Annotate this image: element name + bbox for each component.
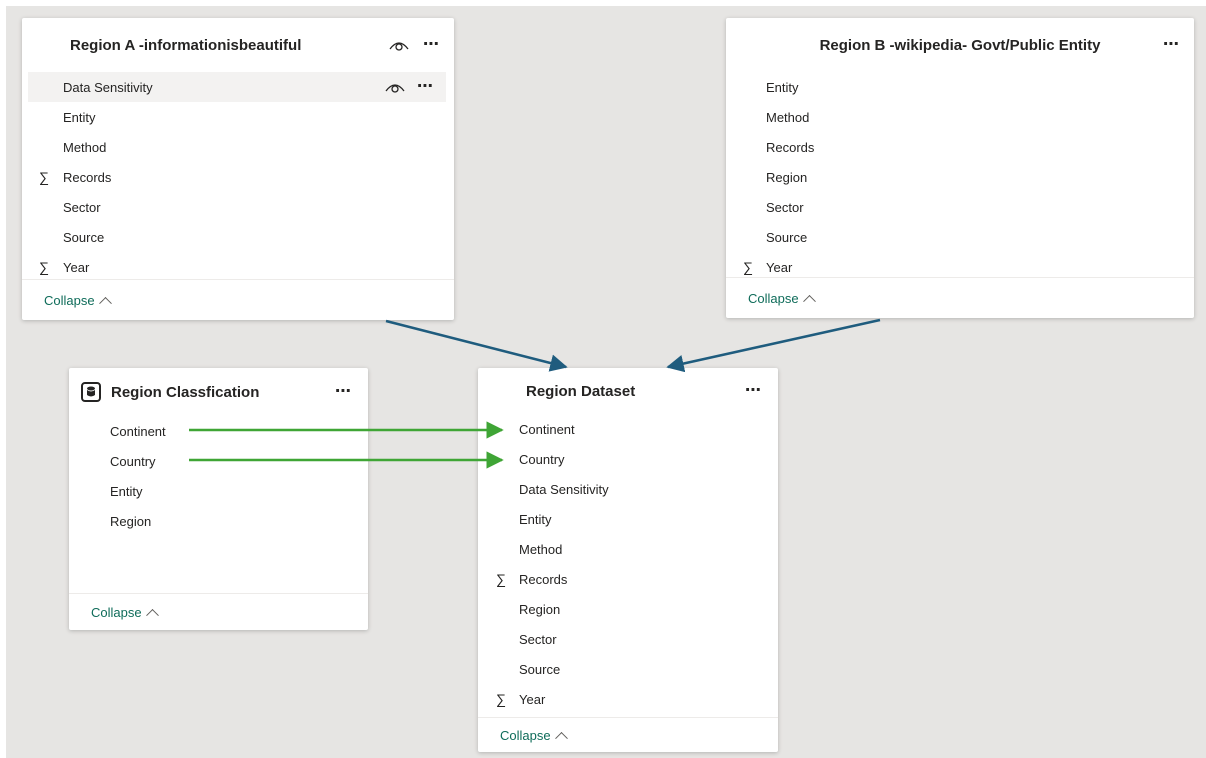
field-label: Year [63, 259, 90, 275]
table-card-region-a[interactable]: Region A -informationisbeautiful ⋯ Data … [22, 18, 454, 320]
field-row[interactable]: ∑ Year [478, 684, 778, 714]
eye-icon[interactable] [385, 81, 405, 93]
field-label: Sector [519, 631, 557, 647]
field-list: Data Sensitivity ⋯ Entity Method ∑ Records Sec… [22, 72, 454, 282]
field-row[interactable]: Entity [22, 102, 454, 132]
field-label: Country [110, 453, 156, 469]
field-row[interactable]: Sector [478, 624, 778, 654]
field-list: Continent Country Data Sensitivity Entity Me… [478, 414, 778, 714]
field-label: Records [519, 571, 568, 587]
field-label: Year [519, 691, 546, 707]
field-row[interactable]: Country [478, 444, 778, 474]
field-label: Method [519, 541, 563, 557]
field-label: Region [519, 601, 561, 617]
field-label: Entity [110, 483, 143, 499]
table-card-header[interactable]: Region Dataset ⋯ [478, 368, 778, 414]
field-row[interactable]: Region [69, 506, 368, 536]
field-row[interactable]: Entity [726, 72, 1194, 102]
collapse-label: Collapse [91, 604, 142, 620]
field-row[interactable]: Sector [22, 192, 454, 222]
field-label: Sector [766, 199, 804, 215]
field-label: Entity [519, 511, 552, 527]
field-row[interactable]: Source [478, 654, 778, 684]
table-card-header[interactable]: Region B -wikipedia- Govt/Public Entity … [726, 18, 1194, 72]
table-title: Region Dataset [526, 382, 636, 400]
field-label: Data Sensitivity [519, 481, 609, 497]
field-row[interactable]: Source [22, 222, 454, 252]
field-label: Region [110, 513, 152, 529]
field-label: Continent [519, 421, 575, 437]
field-row[interactable]: Entity [69, 476, 368, 506]
field-label: Data Sensitivity [63, 79, 153, 95]
chevron-up-icon [145, 608, 159, 622]
field-label: Sector [63, 199, 101, 215]
field-row[interactable]: Sector [726, 192, 1194, 222]
sigma-icon: ∑ [496, 691, 506, 707]
eye-icon[interactable] [389, 39, 409, 51]
field-row[interactable]: Data Sensitivity [478, 474, 778, 504]
collapse-button[interactable]: Collapse [22, 279, 454, 320]
chevron-up-icon [802, 294, 816, 308]
sigma-icon: ∑ [743, 259, 753, 275]
sigma-icon: ∑ [39, 169, 49, 185]
more-options-icon[interactable]: ⋯ [417, 79, 434, 95]
field-list: Entity Method Records Region Sector Source ∑ Ye… [726, 72, 1194, 282]
table-card-header[interactable]: Region A -informationisbeautiful ⋯ [22, 18, 454, 72]
collapse-button[interactable]: Collapse [478, 717, 778, 752]
table-card-region-b[interactable]: Region B -wikipedia- Govt/Public Entity … [726, 18, 1194, 318]
field-label: Entity [63, 109, 96, 125]
field-row[interactable]: Entity [478, 504, 778, 534]
table-title: Region Classfication [111, 383, 260, 401]
table-card-region-classification[interactable]: Region Classfication ⋯ Continent Country E… [69, 368, 368, 630]
field-row[interactable]: ∑ Year [22, 252, 454, 282]
field-list: Continent Country Entity Region [69, 416, 368, 536]
field-label: Region [766, 169, 808, 185]
field-row[interactable]: Region [726, 162, 1194, 192]
database-icon [81, 382, 101, 402]
collapse-label: Collapse [500, 727, 551, 743]
field-row[interactable]: ∑ Records [478, 564, 778, 594]
field-label: Records [63, 169, 112, 185]
field-row[interactable]: Method [726, 102, 1194, 132]
field-row[interactable]: Method [478, 534, 778, 564]
more-options-icon[interactable]: ⋯ [1163, 37, 1180, 53]
field-label: Continent [110, 423, 166, 439]
field-label: Method [766, 109, 810, 125]
field-row[interactable]: Continent [478, 414, 778, 444]
field-label: Method [63, 139, 107, 155]
field-row[interactable]: Method [22, 132, 454, 162]
field-label: Year [766, 259, 793, 275]
collapse-button[interactable]: Collapse [726, 277, 1194, 318]
table-card-region-dataset[interactable]: Region Dataset ⋯ Continent Country Data Se… [478, 368, 778, 752]
field-label: Entity [766, 79, 799, 95]
more-options-icon[interactable]: ⋯ [423, 37, 440, 53]
field-label: Source [519, 661, 561, 677]
field-row-actions: ⋯ [385, 72, 434, 102]
collapse-label: Collapse [44, 292, 95, 308]
field-row[interactable]: Region [478, 594, 778, 624]
field-row[interactable]: Data Sensitivity ⋯ [28, 72, 446, 102]
table-title: Region A -informationisbeautiful [70, 36, 302, 54]
more-options-icon[interactable]: ⋯ [335, 384, 352, 400]
chevron-up-icon [554, 731, 568, 745]
field-label: Country [519, 451, 565, 467]
table-card-header[interactable]: Region Classfication ⋯ [69, 368, 368, 416]
more-options-icon[interactable]: ⋯ [745, 383, 762, 399]
field-row[interactable]: Records [726, 132, 1194, 162]
collapse-button[interactable]: Collapse [69, 593, 368, 630]
table-title: Region B -wikipedia- Govt/Public Entity [819, 36, 1101, 54]
field-label: Source [766, 229, 808, 245]
chevron-up-icon [98, 296, 112, 310]
field-row[interactable]: ∑ Records [22, 162, 454, 192]
sigma-icon: ∑ [39, 259, 49, 275]
field-row[interactable]: Country [69, 446, 368, 476]
table-title-wrapper: Region Classfication [81, 382, 259, 402]
field-label: Records [766, 139, 815, 155]
field-row[interactable]: Source [726, 222, 1194, 252]
field-label: Source [63, 229, 105, 245]
sigma-icon: ∑ [496, 571, 506, 587]
field-row[interactable]: Continent [69, 416, 368, 446]
collapse-label: Collapse [748, 290, 799, 306]
